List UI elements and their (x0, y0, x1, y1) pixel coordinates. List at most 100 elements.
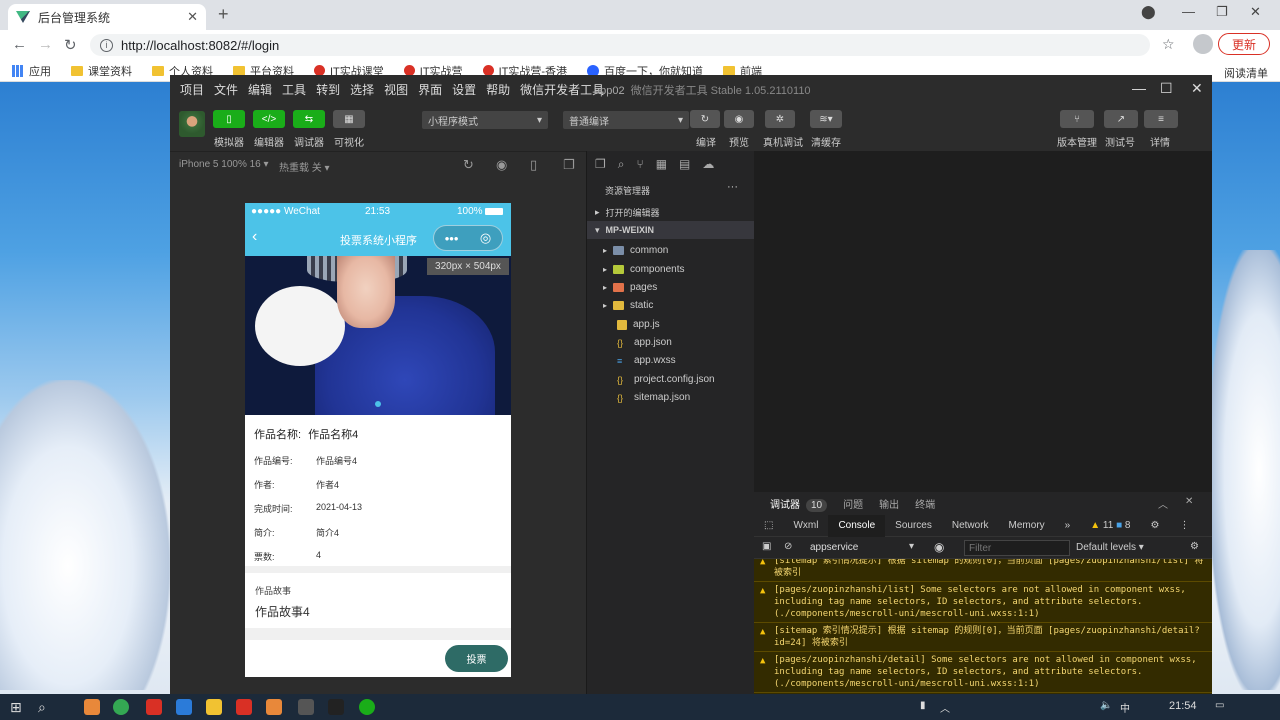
close-window-icon[interactable]: ✕ (1191, 80, 1203, 97)
close-mini-icon[interactable]: ◎ (480, 230, 491, 246)
close-icon[interactable]: ✕ (1185, 496, 1193, 507)
forward-icon[interactable]: → (38, 36, 53, 53)
preview-button[interactable]: ◉ (724, 110, 754, 128)
clock[interactable]: 21:54 (1169, 700, 1197, 712)
tab-terminal[interactable]: 终端 (915, 496, 935, 511)
browser-tab[interactable]: 后台管理系统 ✕ (8, 4, 206, 30)
record-icon[interactable]: ◉ (496, 157, 507, 173)
profile-avatar[interactable] (1193, 34, 1213, 54)
device-select[interactable]: iPhone 5 100% 16 ▾ (179, 159, 269, 170)
menu-item[interactable]: 项目 (180, 81, 204, 98)
info-icon[interactable]: i (100, 38, 113, 52)
tab-issues[interactable]: 问题 (843, 496, 863, 511)
app-icon[interactable] (146, 699, 162, 715)
menu-item[interactable]: 编辑 (248, 81, 272, 98)
search-icon[interactable]: ⌕ (618, 157, 625, 172)
terminal-icon[interactable] (328, 699, 344, 715)
levels-select[interactable]: Default levels ▾ (1076, 542, 1144, 553)
eye-icon[interactable]: ◉ (934, 540, 944, 554)
battery-tray-icon[interactable]: ▮ (920, 700, 926, 711)
tab-console[interactable]: Console (828, 514, 886, 537)
profile-menu-icon[interactable]: ⬤ (1141, 4, 1156, 20)
minimize-icon[interactable]: — (1132, 80, 1146, 96)
search-icon[interactable]: ⌕ (38, 699, 46, 716)
close-icon[interactable]: ✕ (187, 9, 198, 25)
hot-reload-select[interactable]: 热重载 关 ▾ (279, 159, 330, 174)
tab-output[interactable]: 输出 (879, 496, 899, 511)
project-root[interactable]: ▾ MP-WEIXIN (587, 221, 755, 239)
reload-icon[interactable]: ↻ (64, 36, 77, 54)
more-tabs-icon[interactable]: » (1055, 515, 1081, 537)
real-debug-button[interactable]: ✲ (765, 110, 795, 128)
kebab-icon[interactable]: ⋮ (1169, 515, 1199, 537)
settings-icon[interactable]: ⚙ (1140, 515, 1169, 537)
chevron-up-icon[interactable]: ︿ (940, 700, 950, 715)
bookmark-star-icon[interactable]: ☆ (1162, 36, 1175, 53)
file-app-json[interactable]: {} app.json (617, 337, 672, 348)
volume-icon[interactable]: 🔈 (1100, 700, 1112, 711)
storage-icon[interactable]: ▤ (679, 157, 690, 171)
url-input[interactable]: i http://localhost:8082/#/login (90, 34, 1150, 56)
file-app-wxss[interactable]: ≡ app.wxss (617, 355, 676, 366)
back-icon[interactable]: ‹ (252, 228, 257, 246)
explorer-icon[interactable] (206, 699, 222, 715)
capsule-menu[interactable]: ••• ◎ (433, 225, 503, 251)
open-editors-section[interactable]: ▸ 打开的编辑器 (587, 203, 755, 221)
tab-memory[interactable]: Memory (999, 515, 1055, 537)
filter-input[interactable] (964, 540, 1070, 556)
sidebar-toggle-icon[interactable]: ▣ (762, 541, 771, 552)
bookmark-item[interactable]: 课堂资料 (71, 63, 132, 79)
clear-cache-button[interactable]: ≋▾ (810, 110, 842, 128)
maximize-icon[interactable]: ❐ (1216, 4, 1228, 20)
app-icon[interactable] (266, 699, 282, 715)
user-avatar[interactable] (179, 111, 205, 137)
log-entry[interactable]: ▲ [sitemap 索引情况提示] 根据 sitemap 的规则[0]，当前页面… (754, 559, 1212, 582)
clear-icon[interactable]: ⊘ (784, 541, 792, 552)
collapse-icon[interactable]: ︿ (1158, 496, 1168, 511)
git-icon[interactable]: ⑂ (637, 157, 644, 171)
start-icon[interactable]: ⊞ (10, 699, 22, 716)
menu-item[interactable]: 帮助 (486, 81, 510, 98)
vote-button[interactable]: 投票 (445, 645, 508, 672)
context-select[interactable]: appservice (810, 542, 858, 553)
menu-item[interactable]: 界面 (418, 81, 442, 98)
debugger-button[interactable]: ⇆ (293, 110, 325, 128)
menu-item[interactable]: 视图 (384, 81, 408, 98)
tab-wxml[interactable]: Wxml (783, 515, 828, 537)
tab-network[interactable]: Network (942, 515, 999, 537)
wps-icon[interactable] (236, 699, 252, 715)
back-icon[interactable]: ← (12, 36, 27, 53)
file-project-config[interactable]: {} project.config.json (617, 374, 715, 385)
menu-item[interactable]: 转到 (316, 81, 340, 98)
chrome-icon[interactable] (113, 699, 129, 715)
compile-select[interactable]: 普通编译 ▾ (563, 111, 689, 129)
file-sitemap-json[interactable]: {} sitemap.json (617, 392, 690, 403)
test-id-button[interactable]: ↗ (1104, 110, 1138, 128)
update-button[interactable]: 更新 (1218, 33, 1270, 55)
simulator-button[interactable]: ▯ (213, 110, 245, 128)
log-entry[interactable]: ▲ [pages/zuopinzhanshi/list] Some selecto… (754, 582, 1212, 623)
folder-common[interactable]: ▸ common (603, 245, 668, 256)
compile-button[interactable]: ↻ (690, 110, 720, 128)
mode-select[interactable]: 小程序模式 ▾ (422, 111, 548, 129)
app-icon[interactable] (84, 699, 100, 715)
more-icon[interactable]: ··· (727, 181, 738, 193)
minimize-icon[interactable]: — (1182, 4, 1195, 19)
visual-button[interactable]: ▦ (333, 110, 365, 128)
vscode-icon[interactable] (176, 699, 192, 715)
maximize-icon[interactable]: ☐ (1160, 80, 1173, 97)
bookmark-apps[interactable]: 应用 (12, 63, 51, 79)
log-entry[interactable]: ▲ [sitemap 索引情况提示] 根据 sitemap 的规则[0]，当前页面… (754, 623, 1212, 652)
editor-button[interactable]: </> (253, 110, 285, 128)
new-tab-icon[interactable]: + (218, 4, 229, 25)
ime-indicator[interactable]: 中 (1120, 700, 1130, 715)
version-button[interactable]: ⑂ (1060, 110, 1094, 128)
settings-icon[interactable] (298, 699, 314, 715)
log-entry[interactable]: ▲ [pages/zuopinzhanshi/detail] Some selec… (754, 652, 1212, 693)
tab-debugger[interactable]: 调试器 10 (770, 496, 828, 512)
close-window-icon[interactable]: ✕ (1250, 4, 1261, 20)
inspect-icon[interactable]: ⬚ (754, 515, 783, 537)
extensions-icon[interactable]: ▦ (656, 157, 667, 171)
files-icon[interactable]: ❐ (595, 157, 606, 171)
menu-item[interactable]: 工具 (282, 81, 306, 98)
